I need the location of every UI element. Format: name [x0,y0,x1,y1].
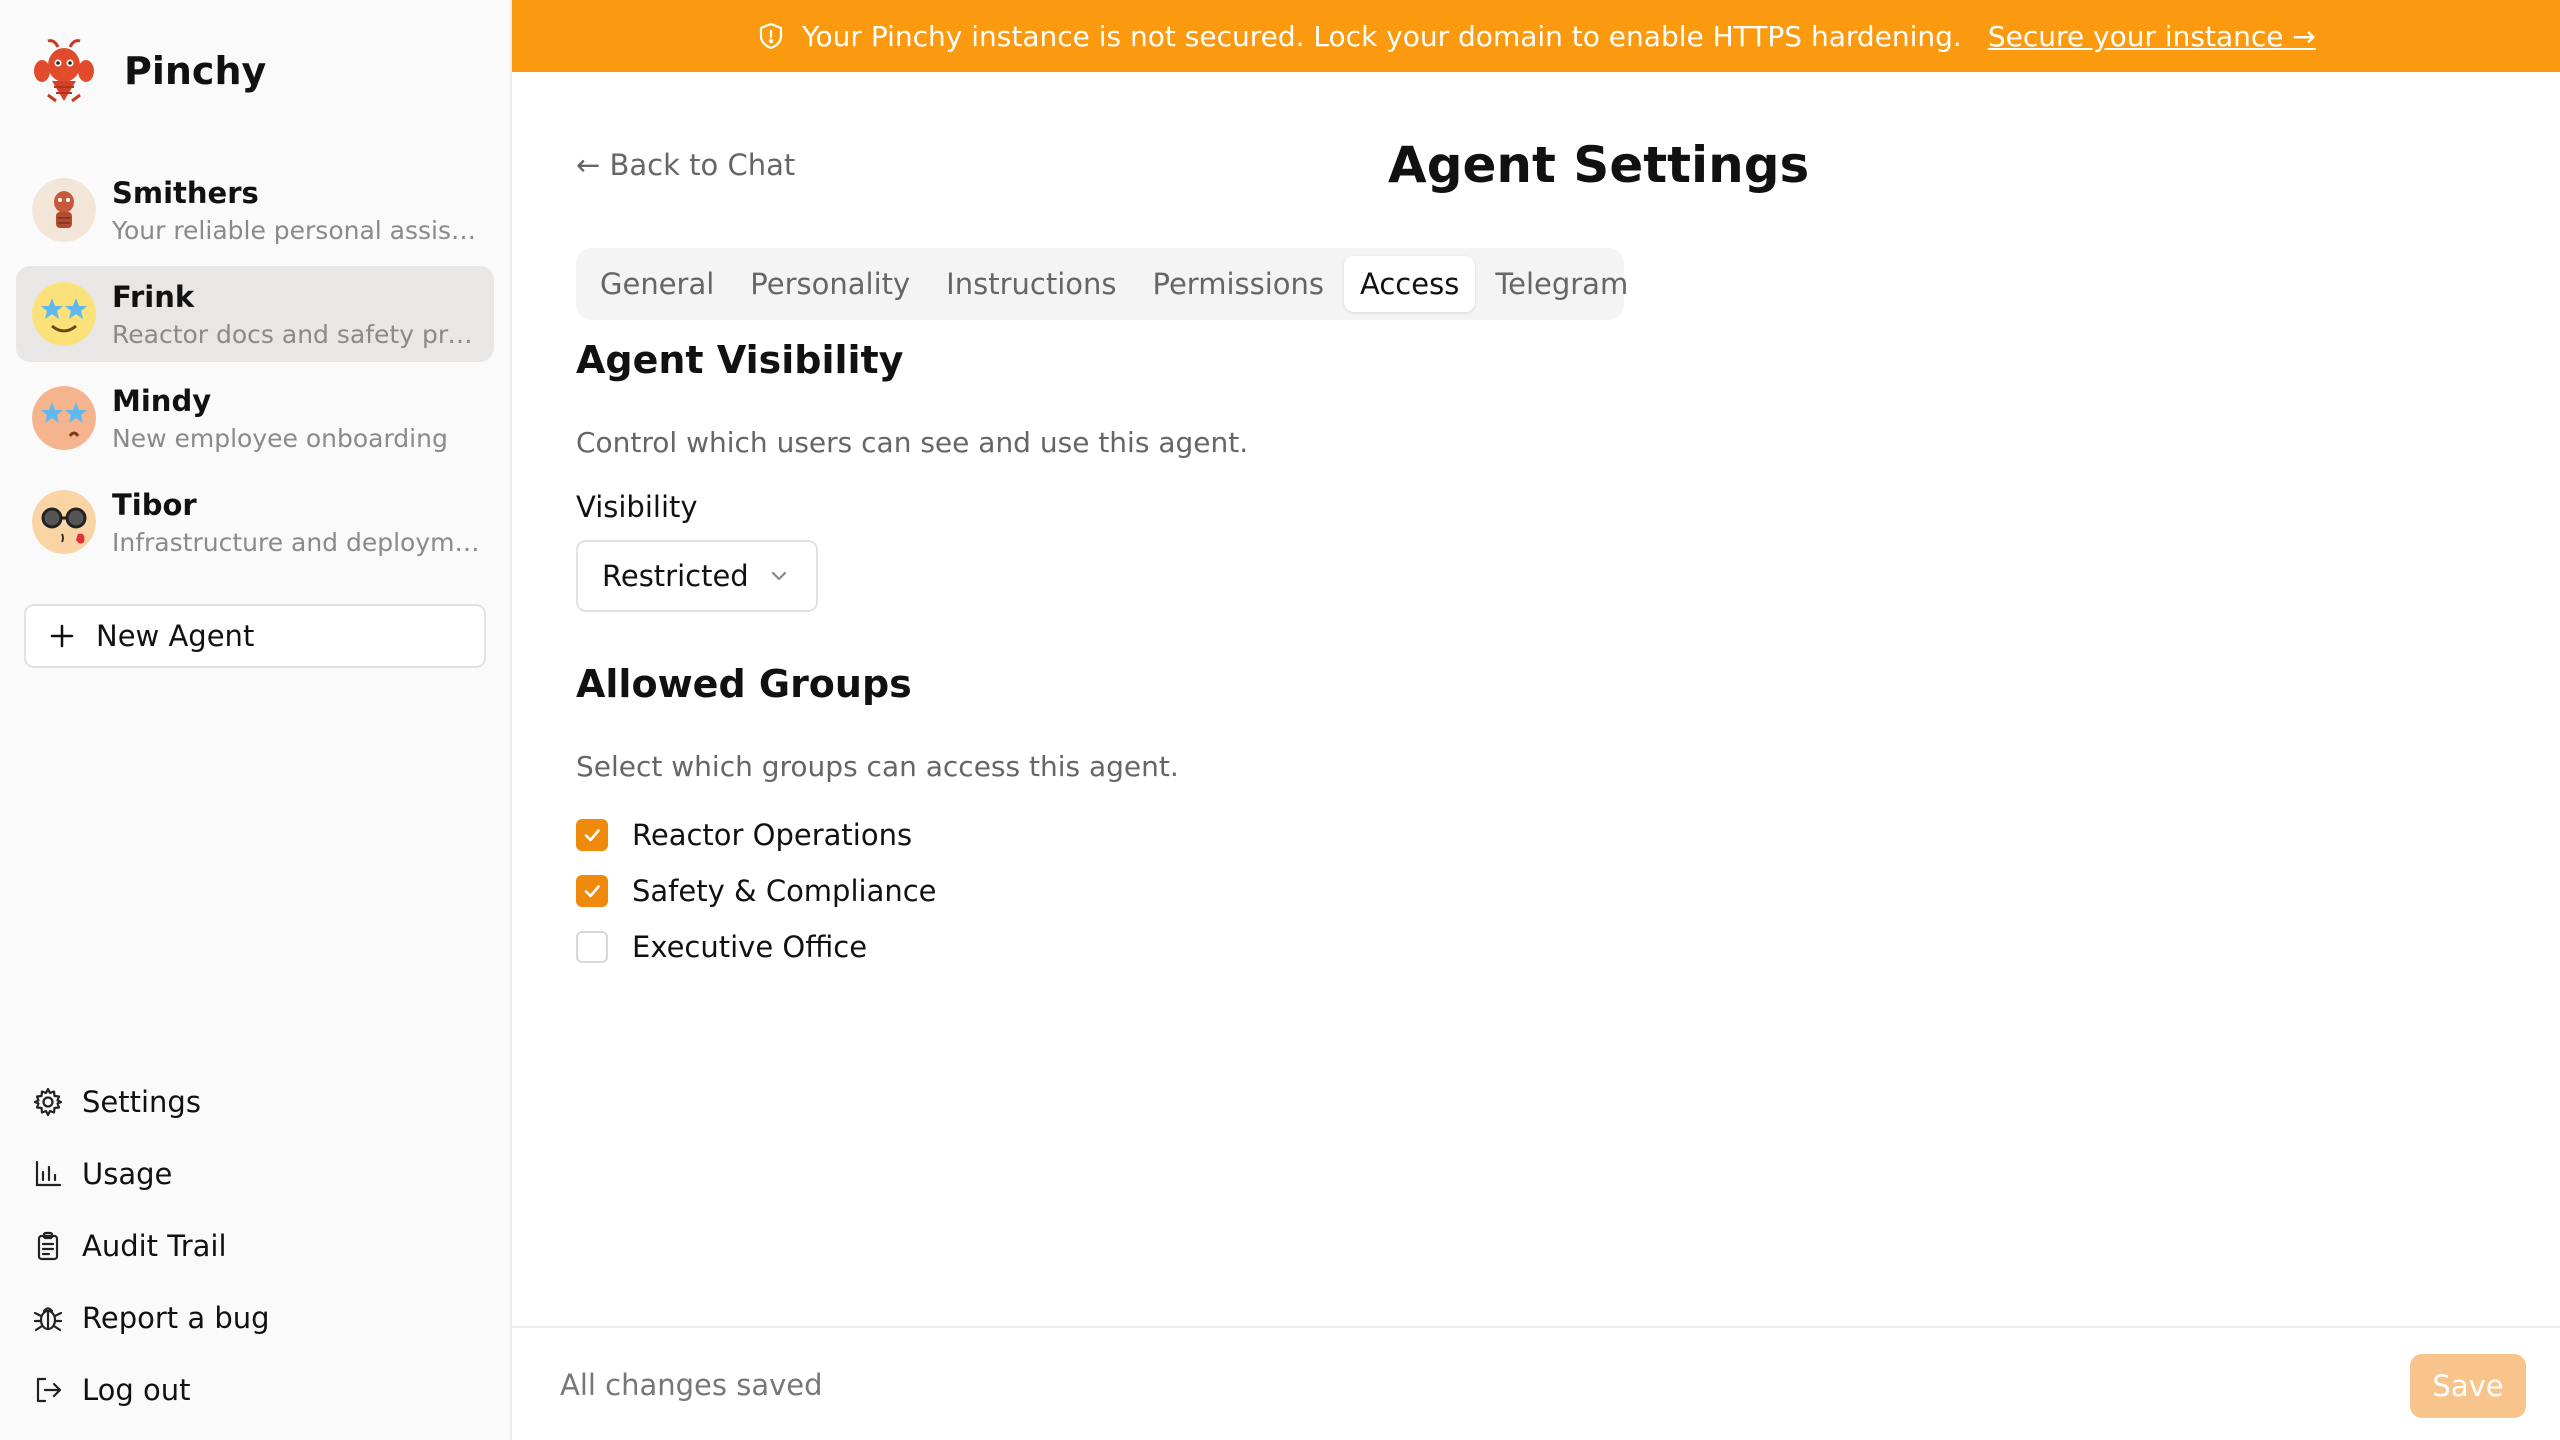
agent-description: Reactor docs and safety pro… [112,319,482,349]
visibility-description: Control which users can see and use this… [576,426,1249,459]
robot-avatar-icon [32,178,96,242]
groups-description: Select which groups can access this agen… [576,750,1179,783]
gear-icon [33,1087,63,1117]
agent-name: Smithers [112,175,259,210]
agent-name: Frink [112,279,195,314]
agent-description: Your reliable personal assist… [112,215,482,245]
nav-label: Audit Trail [82,1229,227,1263]
star-eyes-emoji-icon [32,282,96,346]
shield-icon [760,22,783,50]
checkbox-checked[interactable] [576,819,608,851]
checkbox-checked[interactable] [576,875,608,907]
lobster-logo-icon [34,39,94,103]
group-reactor-operations[interactable]: Reactor Operations [576,815,912,855]
visibility-label: Visibility [576,490,698,524]
settings-footer: All changes saved Save [512,1326,2560,1440]
group-label: Safety & Compliance [632,874,937,908]
nav-label: Report a bug [82,1301,270,1335]
agent-item-tibor[interactable]: Tibor Infrastructure and deploym… [16,474,494,570]
avatar [32,178,96,242]
banner-message: Your Pinchy instance is not secured. Loc… [802,19,1962,53]
save-button[interactable]: Save [2410,1354,2526,1418]
agent-item-smithers[interactable]: Smithers Your reliable personal assist… [16,162,494,258]
sidebar: Pinchy Smithers Your reliable personal a… [0,0,512,1440]
group-label: Reactor Operations [632,818,913,852]
agent-item-frink[interactable]: Frink Reactor docs and safety pro… [16,266,494,362]
visibility-select[interactable]: Restricted [576,540,818,612]
group-label: Executive Office [632,930,868,964]
nav-usage[interactable]: Usage [32,1150,172,1198]
nav-audit-trail[interactable]: Audit Trail [32,1222,227,1270]
new-agent-button[interactable]: New Agent [24,604,486,668]
chevron-down-icon [771,571,786,581]
tab-general[interactable]: General [584,256,730,312]
nav-report-bug[interactable]: Report a bug [32,1294,270,1342]
secure-instance-link[interactable]: Secure your instance → [1988,20,2316,53]
groups-section-title: Allowed Groups [576,662,912,706]
tab-telegram[interactable]: Telegram [1479,256,1644,312]
avatar [32,490,96,554]
app-name: Pinchy [124,49,267,93]
nav-label: Usage [82,1157,173,1191]
checkmark-icon [584,829,600,842]
agent-name: Tibor [112,487,197,522]
tab-instructions[interactable]: Instructions [930,256,1132,312]
avatar [32,282,96,346]
visibility-value: Restricted [602,559,749,593]
clipboard-icon [37,1231,59,1261]
agent-description: Infrastructure and deploym… [112,527,480,557]
nav-label: Log out [82,1373,191,1407]
nav-logout[interactable]: Log out [32,1366,191,1414]
page-title: Agent Settings [1388,136,1810,194]
new-agent-label: New Agent [96,619,255,653]
save-status: All changes saved [560,1368,823,1402]
visibility-section-title: Agent Visibility [576,338,904,382]
settings-tabs: General Personality Instructions Permiss… [576,248,1628,320]
avatar [32,386,96,450]
back-to-chat-link[interactable]: ← Back to Chat [576,148,795,182]
plus-icon [50,624,74,648]
group-executive-office[interactable]: Executive Office [576,927,867,967]
star-struck-face-icon [32,386,96,450]
agent-name: Mindy [112,383,212,418]
glasses-face-icon [32,490,96,554]
logout-icon [36,1377,62,1403]
checkbox-unchecked[interactable] [576,931,608,963]
nav-settings[interactable]: Settings [32,1078,201,1126]
group-safety-compliance[interactable]: Safety & Compliance [576,871,937,911]
nav-label: Settings [82,1085,201,1119]
bar-chart-icon [35,1160,62,1187]
agent-item-mindy[interactable]: Mindy New employee onboarding [16,370,494,466]
security-banner: Your Pinchy instance is not secured. Loc… [512,0,2560,72]
tab-personality[interactable]: Personality [734,256,926,312]
tab-permissions[interactable]: Permissions [1137,256,1341,312]
brand[interactable]: Pinchy [28,36,266,106]
tab-access[interactable]: Access [1344,256,1476,312]
checkmark-icon [584,885,600,898]
bug-icon [33,1307,63,1332]
agent-description: New employee onboarding [112,423,448,453]
